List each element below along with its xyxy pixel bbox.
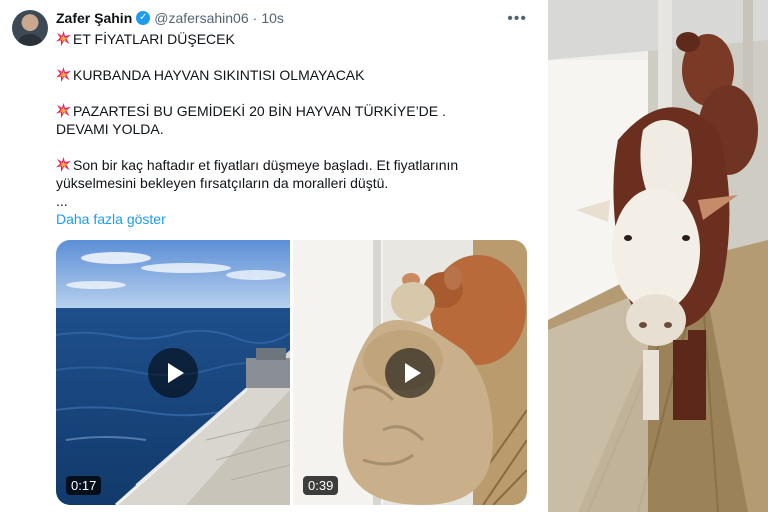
tweet-paragraph: ET FİYATLARI DÜŞECEK (56, 30, 486, 48)
anger-burst-icon (56, 31, 71, 46)
play-icon[interactable] (385, 347, 435, 398)
tweet-header: Zafer Şahin ✓ @zafersahin06 · 10s (56, 9, 284, 27)
more-icon[interactable]: ••• (507, 10, 527, 28)
avatar[interactable] (12, 10, 48, 46)
timestamp[interactable]: 10s (261, 10, 284, 26)
tweet-paragraph: Son bir kaç haftadır et fiyatları düşmey… (56, 156, 486, 192)
play-icon[interactable] (148, 347, 198, 398)
author-name[interactable]: Zafer Şahin (56, 10, 132, 26)
truncation-ellipsis: ... (56, 193, 68, 209)
paragraph-text: KURBANDA HAYVAN SIKINTISI OLMAYACAK (73, 67, 365, 83)
separator: · (252, 10, 258, 26)
tweet-text: ET FİYATLARI DÜŞECEK KURBANDA HAYVAN SIK… (56, 30, 486, 210)
cattle-photo (548, 0, 768, 512)
video-duration: 0:17 (66, 476, 102, 495)
paragraph-text: ET FİYATLARI DÜŞECEK (73, 31, 235, 47)
tweet-paragraph: KURBANDA HAYVAN SIKINTISI OLMAYACAK (56, 66, 486, 84)
anger-burst-icon (56, 157, 71, 172)
show-more-link[interactable]: Daha fazla göster (56, 211, 166, 227)
media-grid: 0:17 0:39 (56, 240, 527, 505)
paragraph-text: Son bir kaç haftadır et fiyatları düşmey… (56, 157, 459, 191)
video-cattle[interactable]: 0:39 (293, 240, 527, 505)
tweet-paragraph: PAZARTESİ BU GEMİDEKİ 20 BİN HAYVAN TÜRK… (56, 102, 486, 138)
anger-burst-icon (56, 103, 71, 118)
video-duration: 0:39 (303, 476, 339, 495)
anger-burst-icon (56, 67, 71, 82)
video-ship-deck[interactable]: 0:17 (56, 240, 290, 505)
tweet-card[interactable]: Zafer Şahin ✓ @zafersahin06 · 10s ••• ET… (0, 0, 545, 512)
author-handle[interactable]: @zafersahin06 (154, 10, 248, 26)
paragraph-text: PAZARTESİ BU GEMİDEKİ 20 BİN HAYVAN TÜRK… (56, 103, 446, 137)
verified-badge-icon: ✓ (136, 11, 151, 25)
